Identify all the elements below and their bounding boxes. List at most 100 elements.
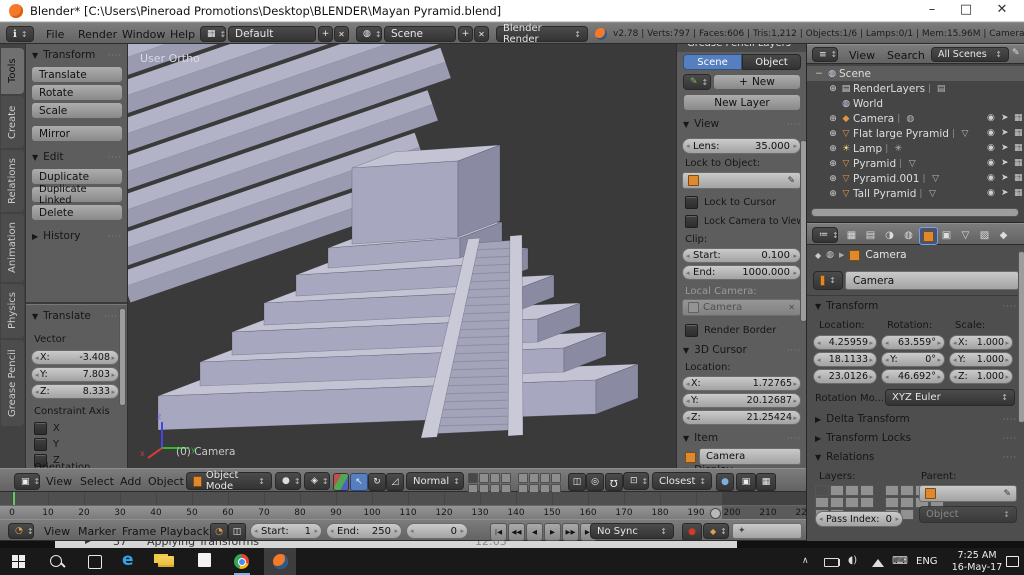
object-name-field[interactable]: Camera xyxy=(845,271,1019,290)
snap-magnet-button[interactable]: Ω xyxy=(605,473,623,491)
keyboard-icon[interactable]: ⌨ xyxy=(892,554,908,567)
editor-type-3dview-button[interactable]: ▣ ↕ xyxy=(14,473,40,490)
tab-object[interactable] xyxy=(919,227,938,245)
tab-texture[interactable]: ▨ xyxy=(976,227,993,243)
layer-cell[interactable] xyxy=(885,497,899,508)
mode-dropdown[interactable]: Object Mode ↕ xyxy=(186,470,272,492)
lock-to-cursor-row[interactable]: Lock to Cursor xyxy=(685,196,776,209)
rotation-field-1[interactable]: Y:0° xyxy=(881,352,945,367)
translate-vector-field-1[interactable]: Y:7.803 xyxy=(31,367,119,382)
current-frame-field[interactable]: 0 xyxy=(406,523,468,539)
task-view-button[interactable] xyxy=(88,555,102,569)
menu-render[interactable]: Render xyxy=(78,28,117,41)
screen-layout-icon-button[interactable]: ▦ ↕ xyxy=(200,26,226,42)
layer-cell[interactable] xyxy=(540,473,550,483)
cursor-location-field-1[interactable]: Y:20.12687 xyxy=(682,393,801,408)
transform-properties-header[interactable]: ▼ Transform ···· xyxy=(815,300,1017,312)
frame-start-field[interactable]: Start:1 xyxy=(250,523,322,539)
location-field-2[interactable]: 23.0126 xyxy=(813,369,877,384)
timeline-marker-menu[interactable]: Marker xyxy=(78,525,116,538)
delta-transform-header[interactable]: ▶ Delta Transform ···· xyxy=(815,413,1017,425)
rotation-mode-dropdown[interactable]: XYZ Euler ↕ xyxy=(885,389,1015,406)
tab-world[interactable]: ◍ xyxy=(900,227,917,243)
outliner-item-pyramid[interactable]: ⊕ ▽ Pyramid | ▽ ◉ ➤ ▦ xyxy=(807,156,1024,171)
edge-icon[interactable]: e xyxy=(122,550,134,570)
rotate-button[interactable]: Rotate xyxy=(31,84,123,101)
opengl-render-still-button[interactable]: ▣ xyxy=(736,473,756,491)
tab-constraints[interactable]: ▣ xyxy=(938,227,955,243)
tray-expand-icon[interactable]: ∧ xyxy=(802,556,809,566)
prev-keyframe-button[interactable]: ◀◀ xyxy=(508,523,525,541)
visibility-eye-icon[interactable]: ◉ xyxy=(987,158,995,168)
next-keyframe-button[interactable]: ▶▶ xyxy=(562,523,579,541)
timeline-region[interactable] xyxy=(0,492,806,505)
keying-set-dropdown[interactable]: ◆ ↕ xyxy=(703,523,729,539)
lock-to-scene-button[interactable]: ◫ xyxy=(568,473,586,491)
toolshelf-tab-relations[interactable]: Relations xyxy=(1,150,24,212)
selectability-arrow-icon[interactable]: ➤ xyxy=(1001,128,1009,138)
close-button[interactable]: ✕ xyxy=(988,2,1016,17)
eyedropper-icon[interactable]: ✎ xyxy=(1003,489,1011,499)
visibility-eye-icon[interactable]: ◉ xyxy=(987,143,995,153)
gp-tab-scene[interactable]: Scene xyxy=(683,54,742,70)
delete-button[interactable]: Delete xyxy=(31,204,123,221)
translate-vector-field-2[interactable]: Z:8.333 xyxy=(31,384,119,399)
translate-vector-field-0[interactable]: X:-3.408 xyxy=(31,350,119,365)
background-list-row[interactable]: ▶ 37 Applying Transforms 12:03 xyxy=(55,541,737,548)
3d-viewport[interactable]: xyz User Ortho (0) Camera xyxy=(128,44,676,468)
translate-button[interactable]: Translate xyxy=(31,66,123,83)
selectability-arrow-icon[interactable]: ➤ xyxy=(1001,173,1009,183)
preview-range-button[interactable]: ◔ xyxy=(210,523,228,541)
outliner-item-scene[interactable]: − ◍ Scene xyxy=(807,66,1024,81)
outliner-item-lamp[interactable]: ⊕ ☀ Lamp | ✳ ◉ ➤ ▦ xyxy=(807,141,1024,156)
toolshelf-tab-tools[interactable]: Tools xyxy=(1,48,24,94)
renderability-camera-icon[interactable]: ▦ xyxy=(1014,158,1023,168)
outliner-view-menu[interactable]: View xyxy=(849,49,875,62)
transform-orientation-dropdown[interactable]: Normal ↕ xyxy=(406,472,464,490)
mirror-button[interactable]: Mirror xyxy=(31,125,123,142)
manipulator-rotate-button[interactable]: ↻ xyxy=(368,473,386,491)
expand-icon[interactable]: ⊕ xyxy=(827,144,839,154)
clip-end-field[interactable]: End:1000.000 xyxy=(682,265,801,280)
close-icon[interactable]: ✕ xyxy=(788,303,795,312)
renderability-camera-icon[interactable]: ▦ xyxy=(1014,143,1023,153)
add-menu[interactable]: Add xyxy=(120,475,141,488)
layer-cell[interactable] xyxy=(860,485,874,496)
outliner-filter-dropdown[interactable]: All Scenes ↕ xyxy=(931,47,1009,62)
outliner-item-camera[interactable]: ⊕ ◆ Camera | ◍ ◉ ➤ ▦ xyxy=(807,111,1024,126)
rotation-field-2[interactable]: 46.692° xyxy=(881,369,945,384)
scene-add-button[interactable]: + xyxy=(458,26,473,42)
opengl-render-anim-button[interactable]: ▦ xyxy=(756,473,776,491)
lock-camera-to-view-row[interactable]: Lock Camera to View xyxy=(685,215,804,228)
rotation-field-0[interactable]: 63.559° xyxy=(881,335,945,350)
search-button[interactable] xyxy=(50,555,62,567)
location-field-0[interactable]: 4.25959 xyxy=(813,335,877,350)
layer-cell[interactable] xyxy=(830,497,844,508)
clock-date[interactable]: 16-May-17 xyxy=(948,562,1006,573)
gp-tab-object[interactable]: Object xyxy=(742,54,801,70)
layout-add-button[interactable]: + xyxy=(318,26,333,42)
store-icon[interactable] xyxy=(198,556,211,567)
layer-cell[interactable] xyxy=(501,473,511,483)
render-brush-icon[interactable]: ● xyxy=(716,473,734,491)
layer-cell[interactable] xyxy=(518,473,528,483)
tab-object-data[interactable]: ▽ xyxy=(957,227,974,243)
toolshelf-tab-create[interactable]: Create xyxy=(1,96,24,148)
clip-start-field[interactable]: Start:0.100 xyxy=(682,248,801,263)
visibility-eye-icon[interactable]: ◉ xyxy=(987,128,995,138)
layer-cell[interactable] xyxy=(900,485,914,496)
operator-panel-header[interactable]: ▼ Translate ···· xyxy=(32,310,118,322)
lock-time-button[interactable]: ◫ xyxy=(228,523,246,541)
layer-cell[interactable] xyxy=(529,473,539,483)
timeline-playhead[interactable] xyxy=(13,492,15,505)
eyedropper-icon[interactable]: ✎ xyxy=(787,176,795,186)
local-camera-field[interactable]: Camera ✕ xyxy=(682,299,801,316)
gp-new-layer-button[interactable]: New Layer xyxy=(683,94,801,111)
timeline-ruler[interactable]: 0 10 20 30 40 50 60 70 80 90 100 110 120 130 140 150 160… xyxy=(0,505,806,519)
timeline-marker-dot[interactable] xyxy=(710,508,721,519)
snap-element-dropdown[interactable]: ⊡ ↕ xyxy=(623,472,649,490)
layer-cell[interactable] xyxy=(860,497,874,508)
keying-set-field[interactable]: ✦ xyxy=(732,523,802,539)
frame-end-field[interactable]: End:250 xyxy=(326,523,402,539)
object-name-icon-box[interactable]: ↕ xyxy=(813,271,843,290)
